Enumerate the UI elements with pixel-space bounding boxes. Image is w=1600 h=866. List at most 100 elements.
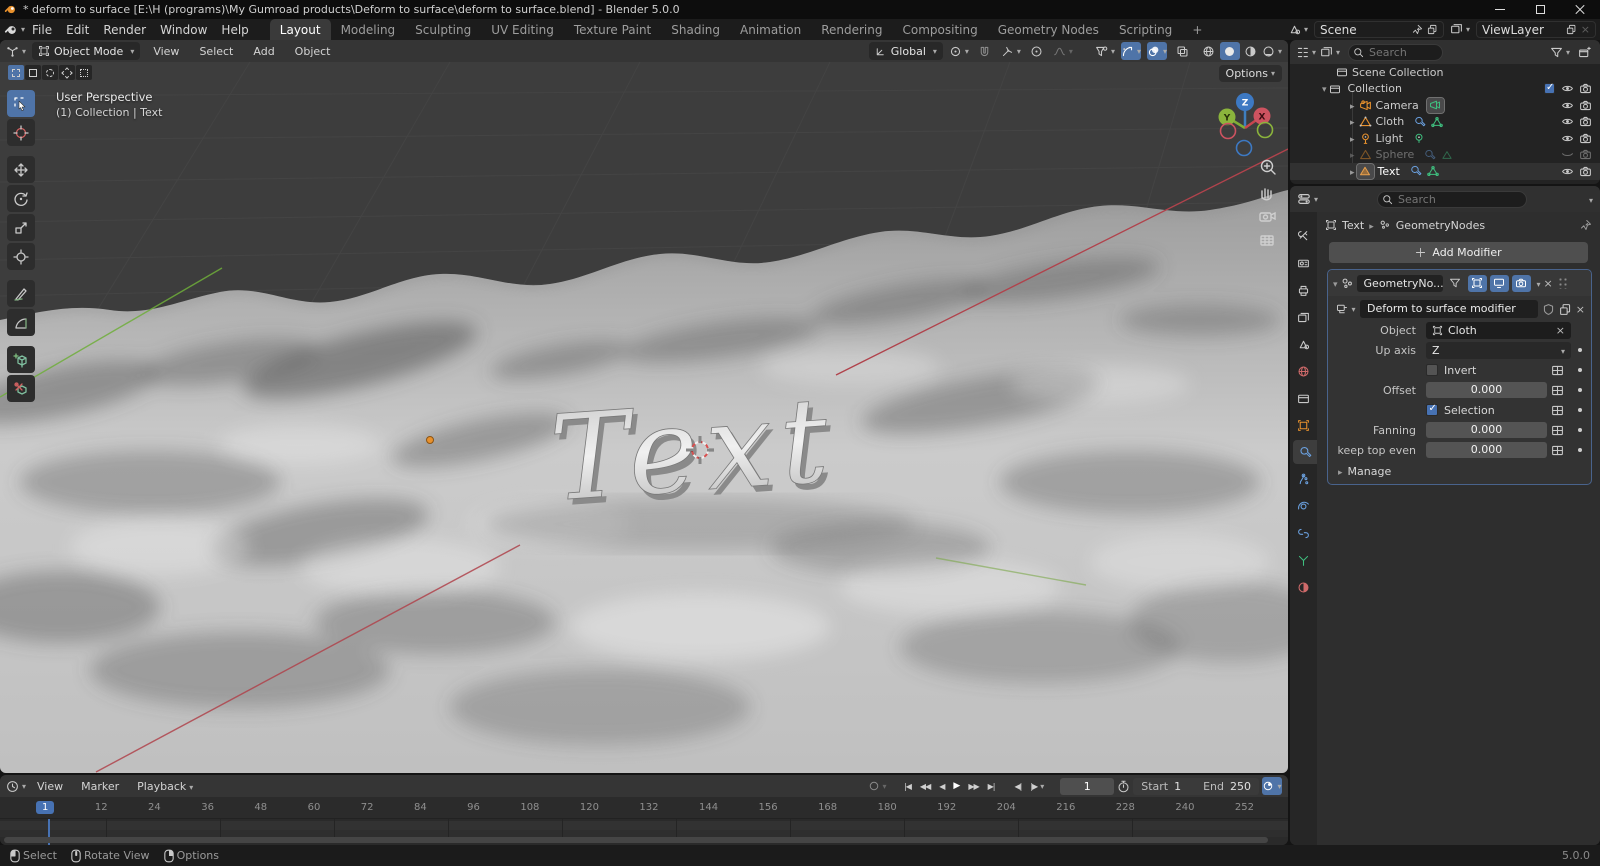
outliner-row-scene-collection[interactable]: Scene Collection: [1290, 64, 1600, 81]
outliner-search[interactable]: [1348, 43, 1444, 61]
manage-subpanel[interactable]: Manage: [1328, 460, 1591, 480]
properties-options-dropdown[interactable]: [1586, 192, 1593, 206]
modifier-drag-handle[interactable]: [1557, 277, 1568, 289]
eye-icon[interactable]: [1561, 115, 1574, 128]
viewlayer-browse-button[interactable]: [1450, 21, 1470, 39]
play-button[interactable]: ▶: [950, 779, 962, 793]
expand-icon[interactable]: [1322, 82, 1327, 95]
tool-move[interactable]: [7, 156, 35, 183]
auto-keying-toggle[interactable]: [867, 777, 887, 795]
step-forward-button[interactable]: |▶: [1027, 780, 1046, 793]
timeline-editor-type-button[interactable]: [6, 777, 26, 795]
expand-icon[interactable]: [1350, 165, 1355, 178]
menu-help[interactable]: Help: [214, 21, 255, 39]
render-visibility-icon[interactable]: [1579, 132, 1592, 145]
render-visibility-icon[interactable]: [1579, 82, 1592, 95]
tab-animation[interactable]: Animation: [730, 19, 811, 40]
tool-measure[interactable]: [7, 309, 35, 336]
scene-browse-button[interactable]: [1288, 21, 1308, 39]
tab-scene[interactable]: [1290, 332, 1317, 356]
tab-tool[interactable]: [1290, 224, 1317, 248]
menu-edit[interactable]: Edit: [59, 21, 96, 39]
gizmo-minus-x-axis[interactable]: [1219, 122, 1237, 140]
clear-object-button[interactable]: [1556, 324, 1565, 337]
tab-material[interactable]: [1290, 575, 1317, 599]
selection-checkbox[interactable]: [1426, 403, 1438, 416]
add-modifier-button[interactable]: Add Modifier: [1329, 242, 1588, 263]
offset-field[interactable]: 0.000: [1426, 382, 1547, 398]
tool-transform[interactable]: [7, 243, 35, 270]
tab-uv-editing[interactable]: UV Editing: [481, 19, 564, 40]
tl-menu-playback[interactable]: Playback: [130, 778, 200, 795]
tab-output[interactable]: [1290, 278, 1317, 302]
select-mode-circle[interactable]: [42, 65, 58, 80]
tab-compositing[interactable]: Compositing: [892, 19, 987, 40]
eye-icon[interactable]: [1561, 132, 1574, 145]
options-dropdown[interactable]: Options: [1218, 65, 1282, 82]
fanning-field[interactable]: 0.000: [1426, 422, 1547, 438]
object-visibility-dropdown[interactable]: [1095, 42, 1115, 60]
modifier-expand-icon[interactable]: [1333, 277, 1338, 290]
tab-layout[interactable]: Layout: [269, 19, 331, 40]
pin-icon[interactable]: [1580, 219, 1592, 231]
select-mode-tweak[interactable]: [8, 65, 24, 80]
select-mode-intersect[interactable]: [76, 65, 92, 80]
timeline-scrollbar[interactable]: [4, 837, 1268, 843]
properties-editor-type-button[interactable]: [1297, 190, 1318, 208]
animate-dot[interactable]: [1578, 408, 1582, 412]
tool-cursor[interactable]: [7, 119, 35, 146]
expand-icon[interactable]: [1350, 99, 1355, 112]
modifier-delete-button[interactable]: [1544, 277, 1553, 290]
new-scene-copy-icon[interactable]: [1427, 24, 1438, 35]
toggle-render-display[interactable]: [1511, 274, 1531, 292]
collection-checkbox[interactable]: [1543, 82, 1555, 95]
shading-wireframe-button[interactable]: [1199, 42, 1219, 60]
node-group-browse-button[interactable]: [1336, 300, 1356, 318]
tab-object-data[interactable]: [1290, 548, 1317, 572]
pivot-point-dropdown[interactable]: [949, 42, 969, 60]
modifier-name-field[interactable]: GeometryNo...: [1356, 274, 1443, 292]
xray-toggle[interactable]: [1173, 42, 1193, 60]
viewport-3d-scene[interactable]: Text Text Z Y X: [0, 62, 1288, 773]
tab-particles[interactable]: [1290, 467, 1317, 491]
eye-icon[interactable]: [1561, 165, 1574, 178]
node-group-name-field[interactable]: Deform to surface modifier: [1360, 300, 1538, 318]
shading-rendered-button[interactable]: [1262, 42, 1282, 60]
input-attribute-toggle-icon[interactable]: [1551, 384, 1564, 397]
shading-solid-button[interactable]: [1219, 42, 1240, 60]
vp-menu-object[interactable]: Object: [288, 43, 338, 60]
ruler-tick-current[interactable]: 1: [36, 801, 55, 814]
tab-collection[interactable]: [1290, 386, 1317, 410]
render-visibility-icon[interactable]: [1579, 165, 1592, 178]
tab-texture-paint[interactable]: Texture Paint: [564, 19, 661, 40]
gizmo-minus-z-axis[interactable]: [1235, 139, 1253, 157]
menu-window[interactable]: Window: [153, 21, 214, 39]
tl-menu-view[interactable]: View: [30, 778, 70, 795]
input-attribute-toggle-icon[interactable]: [1551, 404, 1564, 417]
animate-dot[interactable]: [1578, 348, 1582, 352]
step-back-button[interactable]: ◀|: [1011, 780, 1024, 793]
tool-annotate[interactable]: [7, 280, 35, 307]
tab-physics[interactable]: [1290, 494, 1317, 518]
up-axis-dropdown[interactable]: Z: [1426, 341, 1571, 359]
outliner-filter-button[interactable]: [1550, 43, 1570, 61]
tab-geometry-nodes[interactable]: Geometry Nodes: [988, 19, 1109, 40]
tab-world[interactable]: [1290, 359, 1317, 383]
tool-add-primitive[interactable]: [7, 346, 35, 373]
snap-toggle[interactable]: [975, 42, 995, 60]
text-object[interactable]: Text Text: [546, 370, 845, 534]
vp-menu-select[interactable]: Select: [192, 43, 240, 60]
expand-icon[interactable]: [1350, 148, 1355, 161]
mode-dropdown[interactable]: Object Mode: [32, 42, 141, 60]
select-mode-lasso[interactable]: [59, 65, 75, 80]
tab-modeling[interactable]: Modeling: [331, 19, 406, 40]
animate-dot[interactable]: [1578, 428, 1582, 432]
tab-view-layer[interactable]: [1290, 305, 1317, 329]
eye-closed-icon[interactable]: [1561, 148, 1574, 161]
tab-sculpting[interactable]: Sculpting: [405, 19, 481, 40]
tool-rotate[interactable]: [7, 185, 35, 212]
invert-checkbox[interactable]: [1426, 364, 1438, 376]
viewlayer-selector[interactable]: ViewLayer: [1476, 21, 1596, 38]
menu-render[interactable]: Render: [96, 21, 153, 39]
outliner-display-mode-button[interactable]: [1320, 43, 1340, 61]
